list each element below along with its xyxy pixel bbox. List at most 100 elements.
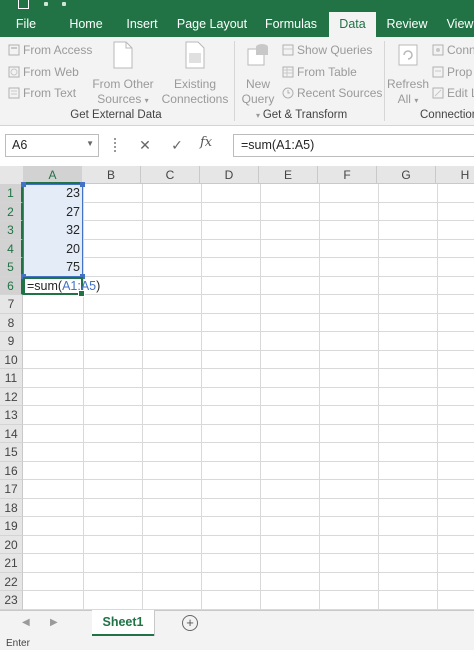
existing-connections-button[interactable]: Existing Connections: [160, 41, 230, 107]
save-icon[interactable]: [18, 0, 29, 9]
tab-formulas[interactable]: Formulas: [260, 12, 322, 37]
grid-line: [83, 184, 84, 610]
column-header-g[interactable]: G: [377, 166, 436, 184]
cell-a2[interactable]: 27: [23, 203, 83, 221]
formula-bar-grip[interactable]: [114, 138, 118, 152]
row-header-12[interactable]: 12: [0, 387, 23, 406]
cell-a3[interactable]: 32: [23, 221, 83, 239]
row-header-19[interactable]: 19: [0, 517, 23, 536]
column-header-f[interactable]: F: [318, 166, 377, 184]
tab-review[interactable]: Review: [384, 12, 430, 37]
formula-bar: A6 ▼ ✕ ✓ fx =sum(A1:A5): [0, 126, 474, 164]
grid-line: [23, 497, 474, 499]
row-header-17[interactable]: 17: [0, 480, 23, 499]
cancel-button[interactable]: ✕: [134, 136, 156, 154]
grid-line: [23, 312, 474, 314]
row-header-13[interactable]: 13: [0, 406, 23, 425]
row-header-21[interactable]: 21: [0, 554, 23, 573]
grid-line: [23, 423, 474, 425]
grid-line: [23, 331, 474, 332]
cell-a4[interactable]: 20: [23, 240, 83, 258]
edit-links-button[interactable]: Edit Li: [432, 84, 474, 102]
column-header-e[interactable]: E: [259, 166, 318, 184]
row-header-2[interactable]: 2: [0, 202, 23, 221]
row-header-10[interactable]: 10: [0, 350, 23, 369]
grid-line: [260, 184, 261, 610]
row-header-8[interactable]: 8: [0, 313, 23, 332]
cell-a5[interactable]: 75: [23, 258, 83, 276]
group-separator: [384, 41, 385, 121]
formula-input[interactable]: =sum(A1:A5): [233, 134, 474, 157]
grid-line: [23, 294, 474, 295]
row-header-22[interactable]: 22: [0, 572, 23, 591]
row-header-11[interactable]: 11: [0, 369, 23, 388]
row-header-1[interactable]: 1: [0, 184, 23, 203]
row-header-4[interactable]: 4: [0, 239, 23, 258]
redo-icon[interactable]: [62, 2, 66, 6]
column-header-d[interactable]: D: [200, 166, 259, 184]
tab-page-layout[interactable]: Page Layout: [174, 12, 250, 37]
group-label-connections: Connection: [420, 109, 474, 121]
from-table-button[interactable]: From Table: [282, 63, 357, 81]
from-text-button[interactable]: From Text: [8, 84, 76, 102]
from-web-button[interactable]: From Web: [8, 63, 79, 81]
column-header-c[interactable]: C: [141, 166, 200, 184]
column-header-b[interactable]: B: [82, 166, 141, 184]
column-header-h[interactable]: H: [436, 166, 474, 184]
fill-handle[interactable]: [78, 290, 85, 297]
chevron-down-icon: ▾: [414, 96, 419, 105]
grid-line: [23, 553, 474, 554]
column-header-a[interactable]: A: [23, 166, 83, 184]
chevron-down-icon[interactable]: ▼: [86, 139, 94, 148]
formula-prefix: =sum(: [27, 278, 63, 293]
tab-insert[interactable]: Insert: [116, 12, 168, 37]
recent-sources-button[interactable]: Recent Sources: [282, 84, 382, 102]
row-header-23[interactable]: 23: [0, 591, 23, 610]
active-cell-a6[interactable]: =sum(A1:A5): [23, 276, 100, 297]
tab-home[interactable]: Home: [60, 12, 112, 37]
title-bar: [0, 0, 474, 12]
row-header-16[interactable]: 16: [0, 461, 23, 480]
show-queries-button[interactable]: Show Queries: [282, 41, 372, 59]
properties-icon: [432, 65, 444, 78]
spreadsheet-grid[interactable]: ABCDEFGH 1 2 3 4 5 6 7 8 9 10 11 12 13 14 15 16 17 18 19 20…: [0, 166, 474, 610]
tab-file[interactable]: File: [0, 12, 52, 37]
properties-button[interactable]: Prop: [432, 63, 472, 81]
sheet-tab-bar: ◀ ▶ Sheet1 +: [0, 610, 474, 637]
grid-line: [23, 275, 474, 277]
row-header-6[interactable]: 6: [0, 276, 23, 295]
row-header-3[interactable]: 3: [0, 221, 23, 240]
tab-view[interactable]: View: [440, 12, 474, 37]
refresh-all-button[interactable]: Refresh All ▾: [386, 41, 430, 108]
scroll-right-icon[interactable]: ▶: [50, 617, 58, 628]
queries-icon: [282, 43, 294, 56]
row-header-18[interactable]: 18: [0, 498, 23, 517]
grid-line: [437, 184, 438, 610]
insert-function-button[interactable]: fx: [200, 135, 212, 150]
connections-button[interactable]: Conn: [432, 41, 474, 59]
row-header-5[interactable]: 5: [0, 258, 23, 277]
undo-icon[interactable]: [44, 2, 48, 6]
row-header-9[interactable]: 9: [0, 332, 23, 351]
grid-line: [23, 201, 474, 203]
refresh-icon: [386, 41, 430, 73]
row-header-14[interactable]: 14: [0, 424, 23, 443]
database-icon: [8, 43, 20, 56]
sheet-tab-sheet1[interactable]: Sheet1: [92, 610, 154, 637]
row-header-7[interactable]: 7: [0, 295, 23, 314]
cell-a1[interactable]: 23: [23, 184, 83, 202]
scroll-left-icon[interactable]: ◀: [22, 617, 30, 628]
grid-line: [23, 479, 474, 480]
add-sheet-button[interactable]: +: [182, 615, 198, 631]
from-other-sources-button[interactable]: From Other Sources ▾: [92, 41, 154, 108]
tab-data[interactable]: Data: [329, 12, 376, 37]
row-header-20[interactable]: 20: [0, 535, 23, 554]
row-header-15[interactable]: 15: [0, 443, 23, 462]
connections-icon: [160, 41, 230, 73]
enter-button[interactable]: ✓: [166, 136, 188, 154]
status-bar: Enter: [0, 636, 474, 650]
name-box[interactable]: A6 ▼: [5, 134, 99, 157]
grid-line: [23, 516, 474, 517]
from-access-button[interactable]: From Access: [8, 41, 92, 59]
globe-icon: [8, 65, 20, 78]
